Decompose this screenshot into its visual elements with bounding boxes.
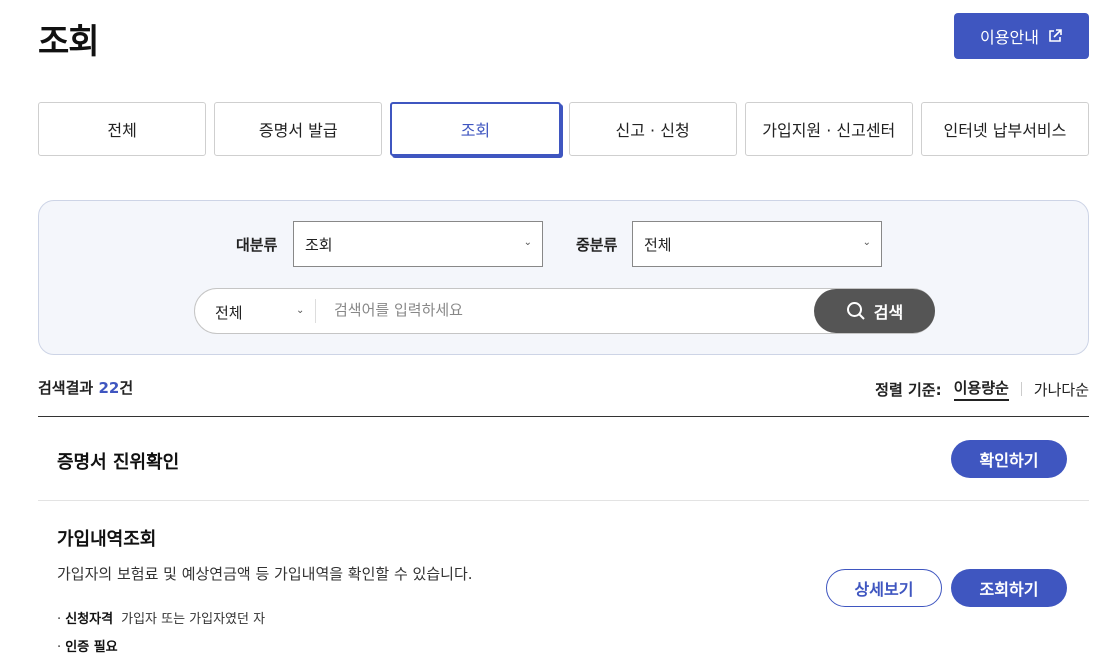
search-divider — [315, 299, 316, 323]
row-divider — [38, 500, 1089, 501]
major-category-select[interactable]: 조회 ⌄ — [293, 221, 543, 267]
filter-panel: 대분류 조회 ⌄ 중분류 전체 ⌄ 전체 ⌄ 검색 — [38, 200, 1089, 355]
major-category-label: 대분류 — [236, 236, 278, 254]
search-button[interactable]: 검색 — [814, 289, 935, 333]
sort-divider — [1020, 382, 1022, 396]
middle-category-select[interactable]: 전체 ⌄ — [632, 221, 882, 267]
eligibility-info: · 신청자격 가입자 또는 가입자였던 자 — [57, 612, 266, 627]
tab-inquiry[interactable]: 조회 — [390, 102, 561, 156]
sort-options: 정렬 기준: 이용량순 가나다순 — [875, 377, 1089, 401]
inquiry-button[interactable]: 조회하기 — [951, 569, 1067, 607]
search-bar: 전체 ⌄ 검색 — [194, 288, 935, 334]
auth-required-info: · 인증 필요 — [57, 640, 118, 655]
verify-button[interactable]: 확인하기 — [951, 440, 1067, 478]
chevron-down-icon: ⌄ — [862, 237, 871, 248]
item-description: 가입자의 보험료 및 예상연금액 등 가입내역을 확인할 수 있습니다. — [57, 565, 473, 583]
tab-internet-payment[interactable]: 인터넷 납부서비스 — [920, 102, 1090, 156]
sort-by-alphabetical[interactable]: 가나다순 — [1034, 379, 1089, 400]
sort-by-usage[interactable]: 이용량순 — [953, 377, 1009, 401]
category-tabs: 전체 증명서 발급 조회 신고 · 신청 가입지원 · 신고센터 인터넷 납부서… — [38, 102, 1090, 156]
sort-label: 정렬 기준: — [875, 380, 942, 399]
result-count-number: 22 — [98, 379, 120, 397]
result-count: 검색결과 22건 — [38, 379, 134, 397]
tab-report-application[interactable]: 신고 · 신청 — [568, 102, 737, 156]
tab-subscription-support[interactable]: 가입지원 · 신고센터 — [744, 102, 913, 156]
middle-category-label: 중분류 — [576, 236, 618, 254]
chevron-down-icon: ⌄ — [296, 305, 305, 316]
tab-certificate-issuance[interactable]: 증명서 발급 — [214, 102, 383, 156]
external-link-icon — [1049, 29, 1062, 42]
search-input[interactable] — [334, 301, 804, 319]
item-title: 증명서 진위확인 — [57, 452, 180, 473]
item-title: 가입내역조회 — [57, 529, 157, 550]
usage-guide-button[interactable]: 이용안내 — [954, 13, 1089, 59]
search-scope-select[interactable]: 전체 — [215, 302, 243, 323]
search-icon — [846, 302, 865, 320]
tab-all[interactable]: 전체 — [38, 102, 207, 156]
detail-button[interactable]: 상세보기 — [826, 569, 942, 607]
list-top-border — [38, 416, 1089, 417]
chevron-down-icon: ⌄ — [523, 237, 532, 248]
usage-guide-label: 이용안내 — [980, 30, 1039, 47]
page-title: 조회 — [38, 22, 100, 62]
